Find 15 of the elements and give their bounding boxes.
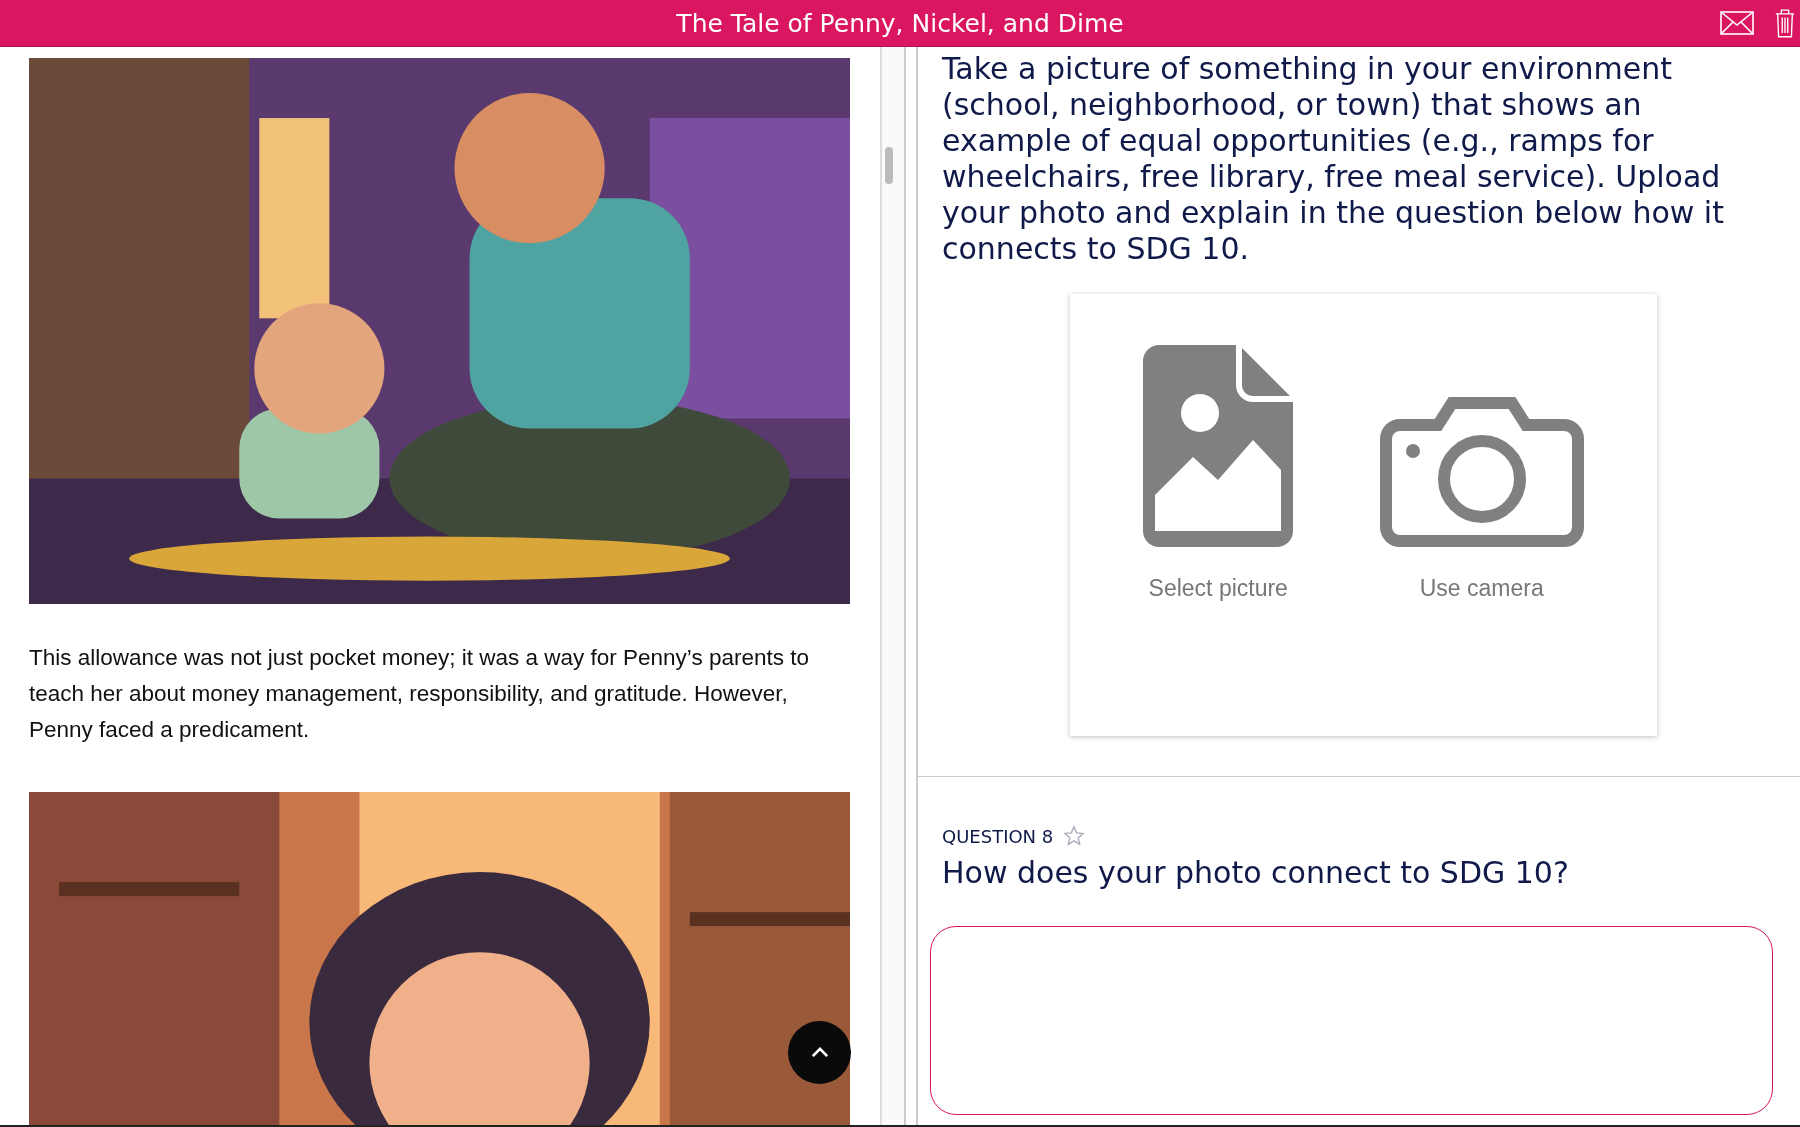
upload-option-label[interactable]: Select picture: [1148, 575, 1288, 602]
mail-icon[interactable]: [1720, 11, 1754, 35]
answer-field[interactable]: [930, 926, 1773, 1115]
task-prompt: Take a picture of something in your environment (school, neighborhood, or town) that shows an example of equal opportunities (e.g., ramps for wheelchairs, free library, free meal service). Upload your photo and explain in the question below how it connects to SDG 10.: [942, 51, 1725, 267]
question-number: QUESTION 8: [942, 825, 1054, 847]
page-title: The Tale of Penny, Nickel, and Dime: [676, 8, 1124, 38]
story-paragraph: This allowance was not just pocket money; it was a way for Penny’s parents to teach her about money management, responsibility, and gratitude. However, Penny faced a predicament.: [29, 644, 810, 744]
image-file-icon[interactable]: [1143, 345, 1294, 547]
scrollbar-thumb[interactable]: [885, 147, 893, 184]
trash-icon[interactable]: [1774, 7, 1796, 39]
chevron-up-icon: [810, 1047, 829, 1058]
question-text: How does your photo connect to SDG 10?: [942, 855, 1570, 890]
star-icon[interactable]: [1063, 825, 1086, 847]
upload-option-label[interactable]: Use camera: [1419, 575, 1544, 602]
camera-icon[interactable]: [1379, 395, 1584, 547]
